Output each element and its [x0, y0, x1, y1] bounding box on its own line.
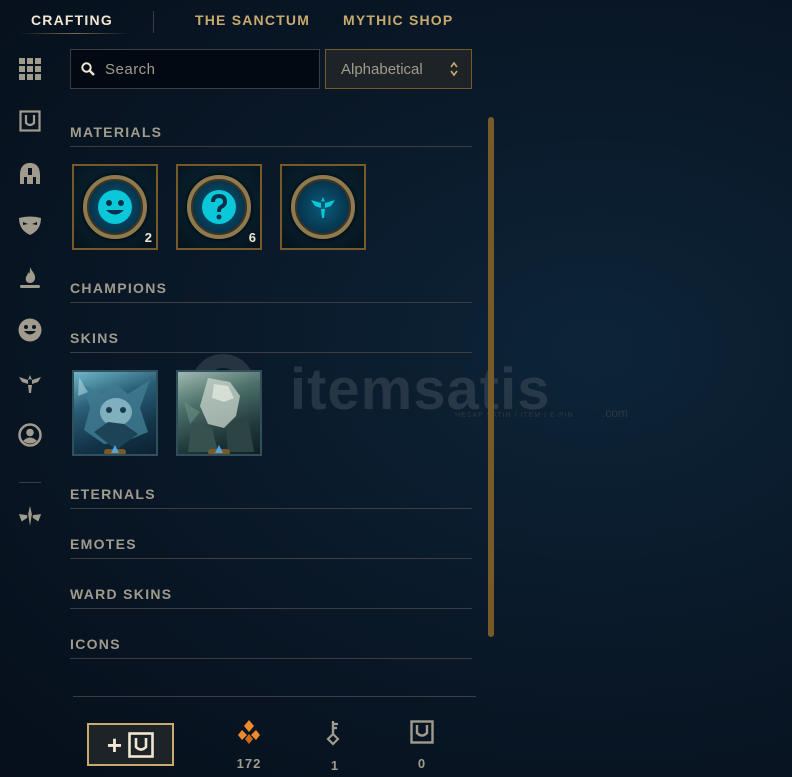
- search-icon: [81, 62, 95, 76]
- skin-shard-tile[interactable]: [72, 370, 158, 456]
- section-title-eternals: ETERNALS: [70, 486, 156, 502]
- section-title-emotes: EMOTES: [70, 536, 137, 552]
- grid-icon[interactable]: [18, 57, 42, 81]
- material-tile-ward[interactable]: [280, 164, 366, 250]
- flame-icon[interactable]: [18, 266, 42, 290]
- chest-icon[interactable]: [18, 109, 42, 133]
- add-chest-plus: +: [106, 729, 123, 760]
- skin-shard-1: [78, 377, 150, 450]
- scrollbar[interactable]: [488, 117, 494, 637]
- section-title-ward-skins: WARD SKINS: [70, 586, 173, 602]
- section-divider: [70, 558, 472, 559]
- profile-icon[interactable]: [18, 423, 42, 447]
- footer-divider: [73, 696, 476, 697]
- material-count: 6: [248, 230, 256, 245]
- tab-the-sanctum[interactable]: THE SANCTUM: [195, 12, 310, 28]
- eternals-icon[interactable]: [18, 504, 42, 528]
- emote-orb-icon: [83, 175, 147, 239]
- crafting-screen: CRAFTING THE SANCTUM MYTHIC SHOP Search …: [0, 0, 792, 777]
- mystery-orb-icon: [187, 175, 251, 239]
- material-tile-mystery[interactable]: 6: [176, 164, 262, 250]
- section-title-icons: ICONS: [70, 636, 121, 652]
- chest-counter: 0: [402, 720, 442, 771]
- section-title-champions: CHAMPIONS: [70, 280, 168, 296]
- section-divider: [70, 302, 472, 303]
- watermark-subtext: HESAP SATIN / ITEM / E-PIN: [455, 412, 574, 419]
- top-nav: CRAFTING THE SANCTUM MYTHIC SHOP: [0, 0, 792, 42]
- skin-shard-tile[interactable]: [176, 370, 262, 456]
- section-divider: [70, 608, 472, 609]
- mask-icon[interactable]: [18, 214, 42, 238]
- category-sidebar: ?: [0, 48, 60, 777]
- epic-rarity-gem-icon: [208, 445, 230, 454]
- chest-value: 0: [417, 756, 427, 771]
- sort-dropdown[interactable]: Alphabetical: [325, 49, 472, 89]
- emote-icon[interactable]: [18, 318, 42, 342]
- material-tile-emote[interactable]: 2: [72, 164, 158, 250]
- sort-selected-value: Alphabetical: [341, 60, 423, 78]
- tab-mythic-shop[interactable]: MYTHIC SHOP: [343, 12, 453, 28]
- section-divider: [70, 146, 472, 147]
- active-tab-underline: [18, 33, 130, 34]
- skin-shard-2: [184, 378, 254, 452]
- section-title-materials: MATERIALS: [70, 124, 163, 140]
- sort-arrows-icon: [450, 61, 458, 77]
- ward-icon[interactable]: [18, 371, 42, 395]
- add-chest-button[interactable]: +: [87, 723, 174, 766]
- search-input[interactable]: [105, 60, 305, 78]
- chest-icon: [410, 720, 434, 744]
- orange-essence-value: 172: [236, 756, 262, 771]
- sidebar-divider: [19, 482, 41, 483]
- watermark-suffix: .com: [602, 406, 629, 420]
- helmet-icon[interactable]: [18, 162, 42, 186]
- chest-icon: [128, 731, 154, 758]
- section-divider: [70, 508, 472, 509]
- epic-rarity-gem-icon: [104, 445, 126, 454]
- material-count: 2: [144, 230, 152, 245]
- orange-essence-icon: [238, 720, 260, 744]
- key-icon: [326, 721, 340, 746]
- key-counter: 1: [315, 720, 355, 773]
- key-value: 1: [330, 758, 340, 773]
- search-field[interactable]: [70, 49, 320, 89]
- section-divider: [70, 352, 472, 353]
- section-title-skins: SKINS: [70, 330, 120, 346]
- ward-orb-icon: [291, 175, 355, 239]
- orange-essence-counter: 172: [229, 720, 269, 771]
- tab-crafting[interactable]: CRAFTING: [31, 12, 113, 28]
- section-divider: [70, 658, 472, 659]
- nav-divider: [153, 11, 154, 33]
